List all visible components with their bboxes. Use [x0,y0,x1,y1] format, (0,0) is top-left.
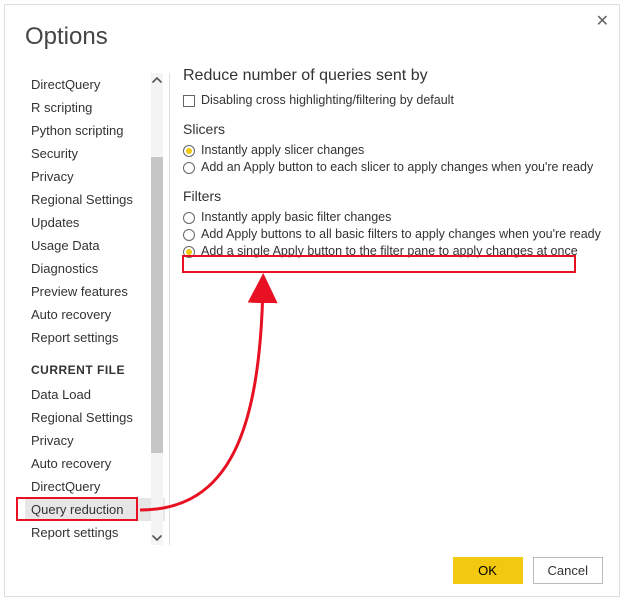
sidebar-item[interactable]: Report settings [25,521,165,544]
ok-button[interactable]: OK [453,557,523,584]
sidebar-item[interactable]: Privacy [25,429,165,452]
sidebar-item[interactable]: DirectQuery [25,73,165,96]
scrollbar-thumb[interactable] [151,157,163,453]
radio-icon [183,229,195,241]
dialog-title: Options [25,23,108,51]
filters-heading: Filters [183,188,603,204]
sidebar-item[interactable]: DirectQuery [25,475,165,498]
content-pane: Reduce number of queries sent by Disabli… [183,67,603,261]
sidebar-item[interactable]: Preview features [25,280,165,303]
sidebar-item[interactable]: Updates [25,211,165,234]
sidebar-section-label: CURRENT FILE [25,363,165,377]
sidebar-item[interactable]: Report settings [25,326,165,349]
sidebar-item[interactable]: Auto recovery [25,303,165,326]
sidebar: DirectQueryR scriptingPython scriptingSe… [25,73,165,545]
filter-option-label: Add Apply buttons to all basic filters t… [201,227,601,241]
slicer-option-label: Instantly apply slicer changes [201,143,364,157]
sidebar-item[interactable]: Regional Settings [25,188,165,211]
radio-icon [183,145,195,157]
sidebar-item[interactable]: Regional Settings [25,406,165,429]
filter-option-label: Instantly apply basic filter changes [201,210,391,224]
chevron-up-icon[interactable] [151,73,163,87]
sidebar-item-query-reduction[interactable]: Query reduction [25,498,165,521]
close-icon[interactable]: ✕ [596,11,609,31]
radio-icon [183,246,195,258]
sidebar-item[interactable]: R scripting [25,96,165,119]
filter-option[interactable]: Instantly apply basic filter changes [183,210,603,224]
filter-option-label: Add a single Apply button to the filter … [201,244,578,258]
slicer-option[interactable]: Add an Apply button to each slicer to ap… [183,160,603,174]
slicers-heading: Slicers [183,121,603,137]
chevron-down-icon[interactable] [151,531,163,545]
cancel-button[interactable]: Cancel [533,557,603,584]
sidebar-item[interactable]: Security [25,142,165,165]
sidebar-scrollbar[interactable] [151,73,163,545]
radio-icon [183,162,195,174]
sidebar-item[interactable]: Privacy [25,165,165,188]
options-dialog: ✕ Options DirectQueryR scriptingPython s… [4,4,620,597]
filter-option[interactable]: Add a single Apply button to the filter … [183,244,603,258]
section-heading: Reduce number of queries sent by [183,67,603,85]
checkbox-icon [183,95,195,107]
divider [169,73,170,545]
dialog-footer: OK Cancel [453,557,603,584]
sidebar-item[interactable]: Python scripting [25,119,165,142]
slicer-option[interactable]: Instantly apply slicer changes [183,143,603,157]
checkbox-label: Disabling cross highlighting/filtering b… [201,93,454,107]
sidebar-item[interactable]: Data Load [25,383,165,406]
checkbox-disable-crosshighlight[interactable]: Disabling cross highlighting/filtering b… [183,93,603,107]
radio-icon [183,212,195,224]
sidebar-item[interactable]: Diagnostics [25,257,165,280]
filter-option[interactable]: Add Apply buttons to all basic filters t… [183,227,603,241]
sidebar-item[interactable]: Usage Data [25,234,165,257]
slicer-option-label: Add an Apply button to each slicer to ap… [201,160,593,174]
sidebar-item[interactable]: Auto recovery [25,452,165,475]
